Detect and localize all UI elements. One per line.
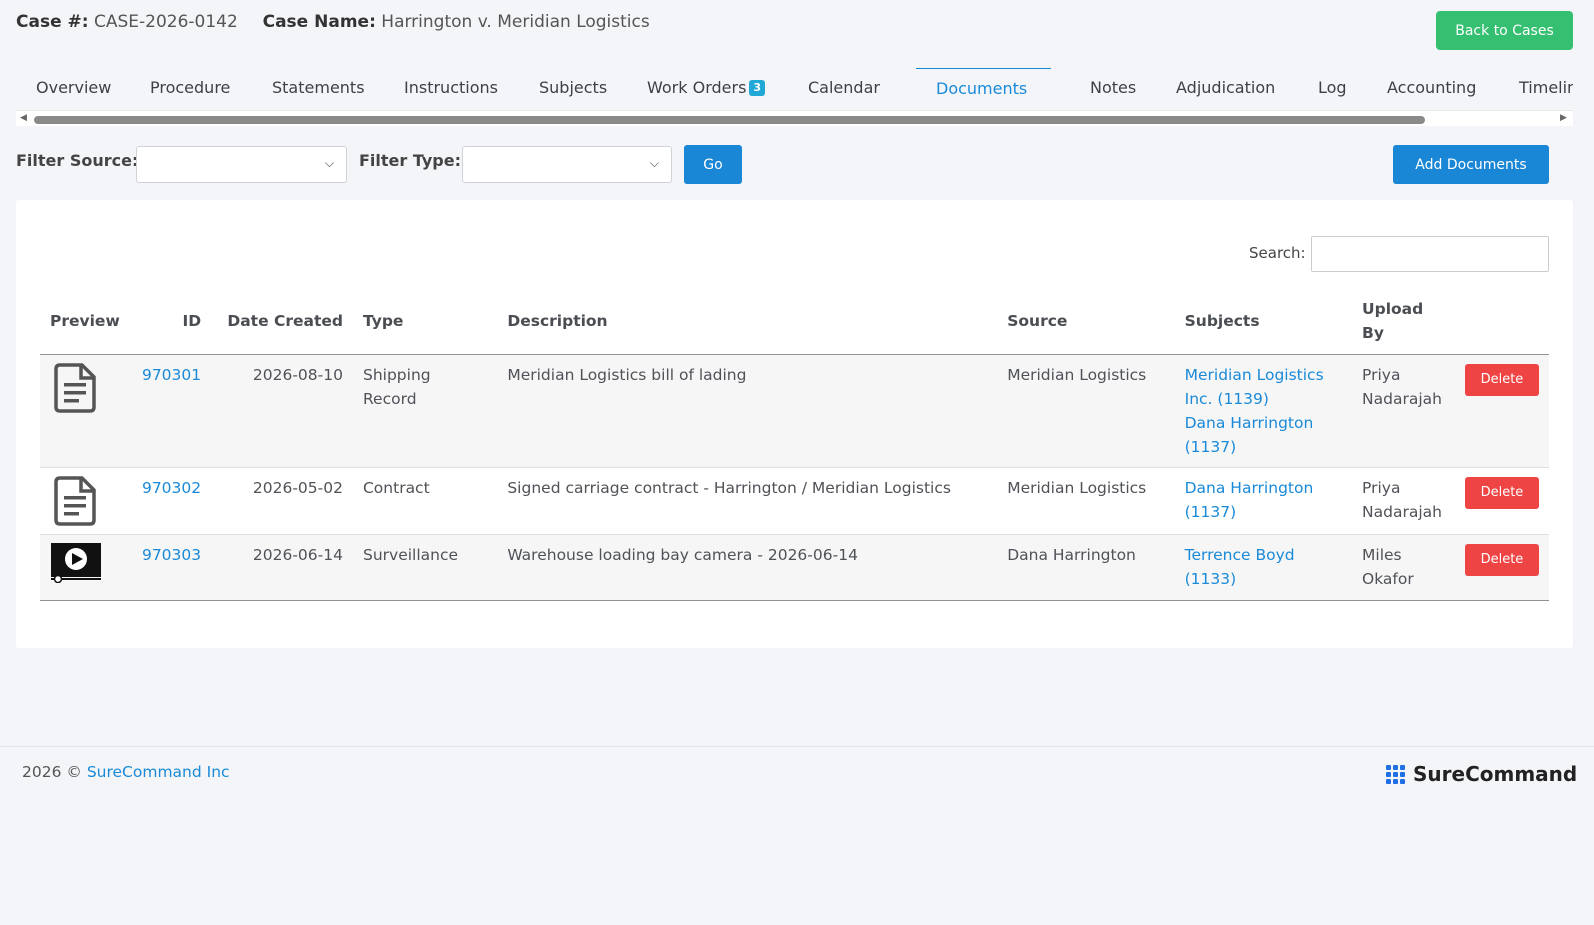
document-source: Meridian Logistics — [997, 354, 1175, 468]
preview-cell[interactable] — [40, 467, 132, 535]
date-created: 2026-05-02 — [211, 467, 353, 535]
delete-button[interactable]: Delete — [1464, 476, 1539, 509]
subject-link[interactable]: Meridian Logistics Inc. (1139) — [1185, 363, 1342, 411]
col-description[interactable]: Description — [497, 288, 998, 355]
delete-button[interactable]: Delete — [1464, 363, 1539, 396]
tab-accounting[interactable]: Accounting — [1367, 68, 1496, 108]
document-description: Warehouse loading bay camera - 2026-06-1… — [497, 534, 998, 601]
col-subjects[interactable]: Subjects — [1174, 288, 1353, 355]
document-description: Signed carriage contract - Harrington / … — [497, 467, 998, 535]
col-source[interactable]: Source — [997, 288, 1175, 355]
subject-link[interactable]: Terrence Boyd (1133) — [1185, 543, 1342, 591]
tab-subjects[interactable]: Subjects — [519, 68, 627, 108]
tab-documents[interactable]: Documents — [916, 68, 1051, 107]
filter-type-select[interactable]: ⌵ — [462, 146, 672, 183]
copyright: 2026 © SureCommand Inc — [22, 763, 230, 781]
chevron-down-icon: ⌵ — [324, 156, 334, 170]
document-type: Contract — [352, 467, 498, 535]
table-row: 970301 2026-08-10 Shipping Record Meridi… — [40, 354, 1549, 468]
subject-link[interactable]: Dana Harrington (1137) — [1185, 476, 1342, 524]
col-date-created[interactable]: Date Created — [211, 288, 353, 355]
documents-table: Preview ID Date Created Type Description… — [40, 288, 1549, 601]
tab-statements[interactable]: Statements — [252, 68, 385, 108]
document-id-link[interactable]: 970301 — [142, 366, 201, 384]
chevron-down-icon: ⌵ — [649, 156, 659, 170]
filter-source-label: Filter Source: — [16, 151, 139, 170]
add-documents-button[interactable]: Add Documents — [1393, 145, 1549, 184]
tab-log[interactable]: Log — [1298, 68, 1367, 108]
brand-logo: SureCommand — [1386, 762, 1577, 786]
table-header-row: Preview ID Date Created Type Description… — [40, 288, 1549, 355]
document-icon[interactable] — [54, 362, 96, 413]
tab-instructions[interactable]: Instructions — [384, 68, 518, 108]
document-id-link[interactable]: 970302 — [142, 479, 201, 497]
delete-button[interactable]: Delete — [1464, 543, 1539, 576]
scroll-thumb[interactable] — [34, 116, 1425, 124]
preview-cell[interactable] — [40, 534, 132, 601]
search-input[interactable] — [1311, 236, 1549, 272]
brand-name: SureCommand — [1413, 762, 1578, 786]
subjects-cell: Terrence Boyd (1133) — [1174, 534, 1353, 601]
company-link[interactable]: SureCommand Inc — [87, 763, 230, 781]
tab-notes[interactable]: Notes — [1070, 68, 1156, 108]
upload-by: Priya Nadarajah — [1352, 467, 1455, 535]
col-actions — [1454, 288, 1549, 355]
filter-source-select[interactable]: ⌵ — [136, 146, 347, 183]
tab-procedure[interactable]: Procedure — [130, 68, 250, 108]
go-button[interactable]: Go — [684, 145, 742, 184]
upload-by: Priya Nadarajah — [1352, 354, 1455, 468]
tab-calendar[interactable]: Calendar — [788, 68, 900, 108]
tab-bar: Overview Procedure Statements Instructio… — [16, 68, 1573, 108]
video-icon[interactable] — [51, 542, 101, 583]
col-type[interactable]: Type — [352, 288, 498, 355]
document-id-link[interactable]: 970303 — [142, 546, 201, 564]
date-created: 2026-08-10 — [211, 354, 353, 468]
documents-card: Search: Preview ID Date Created Type Des… — [16, 200, 1573, 648]
subjects-cell: Dana Harrington (1137) — [1174, 467, 1353, 535]
document-icon[interactable] — [54, 475, 96, 526]
tab-overview[interactable]: Overview — [16, 68, 131, 108]
scroll-left-icon[interactable]: ◀ — [20, 113, 27, 123]
document-source: Dana Harrington — [997, 534, 1175, 601]
case-number: CASE-2026-0142 — [93, 12, 238, 32]
table-row: 970302 2026-05-02 Contract Signed carria… — [40, 467, 1549, 535]
tab-timeline[interactable]: Timeline — [1499, 68, 1573, 108]
preview-cell[interactable] — [40, 354, 132, 468]
case-name-label: Case Name: — [262, 12, 376, 32]
tab-scrollbar[interactable]: ◀ ▶ — [16, 110, 1573, 126]
date-created: 2026-06-14 — [211, 534, 353, 601]
tab-work-orders[interactable]: Work Orders 3 — [627, 68, 785, 108]
upload-by: Miles Okafor — [1352, 534, 1455, 601]
table-row: 970303 2026-06-14 Surveillance Warehouse… — [40, 534, 1549, 601]
case-number-label: Case #: — [16, 12, 89, 32]
col-id[interactable]: ID — [131, 288, 212, 355]
back-to-cases-button[interactable]: Back to Cases — [1436, 11, 1573, 50]
subject-link[interactable]: Dana Harrington (1137) — [1185, 411, 1342, 459]
scroll-right-icon[interactable]: ▶ — [1560, 113, 1567, 123]
work-orders-badge: 3 — [749, 80, 766, 96]
document-description: Meridian Logistics bill of lading — [497, 354, 998, 468]
search-label: Search: — [1249, 244, 1306, 262]
document-source: Meridian Logistics — [997, 467, 1175, 535]
case-name: Harrington v. Meridian Logistics — [381, 12, 650, 32]
copyright-prefix: 2026 © — [22, 763, 82, 781]
col-preview[interactable]: Preview — [40, 288, 132, 355]
grid-logo-icon — [1386, 764, 1405, 784]
document-type: Shipping Record — [352, 354, 498, 468]
case-header: Case #: CASE-2026-0142 Case Name: Harrin… — [16, 12, 650, 32]
document-type: Surveillance — [352, 534, 498, 601]
subjects-cell: Meridian Logistics Inc. (1139) Dana Harr… — [1174, 354, 1353, 468]
tab-adjudication[interactable]: Adjudication — [1156, 68, 1295, 108]
col-upload-by[interactable]: Upload By — [1352, 288, 1455, 355]
filter-type-label: Filter Type: — [359, 151, 462, 170]
footer: 2026 © SureCommand Inc SureCommand — [0, 746, 1594, 925]
